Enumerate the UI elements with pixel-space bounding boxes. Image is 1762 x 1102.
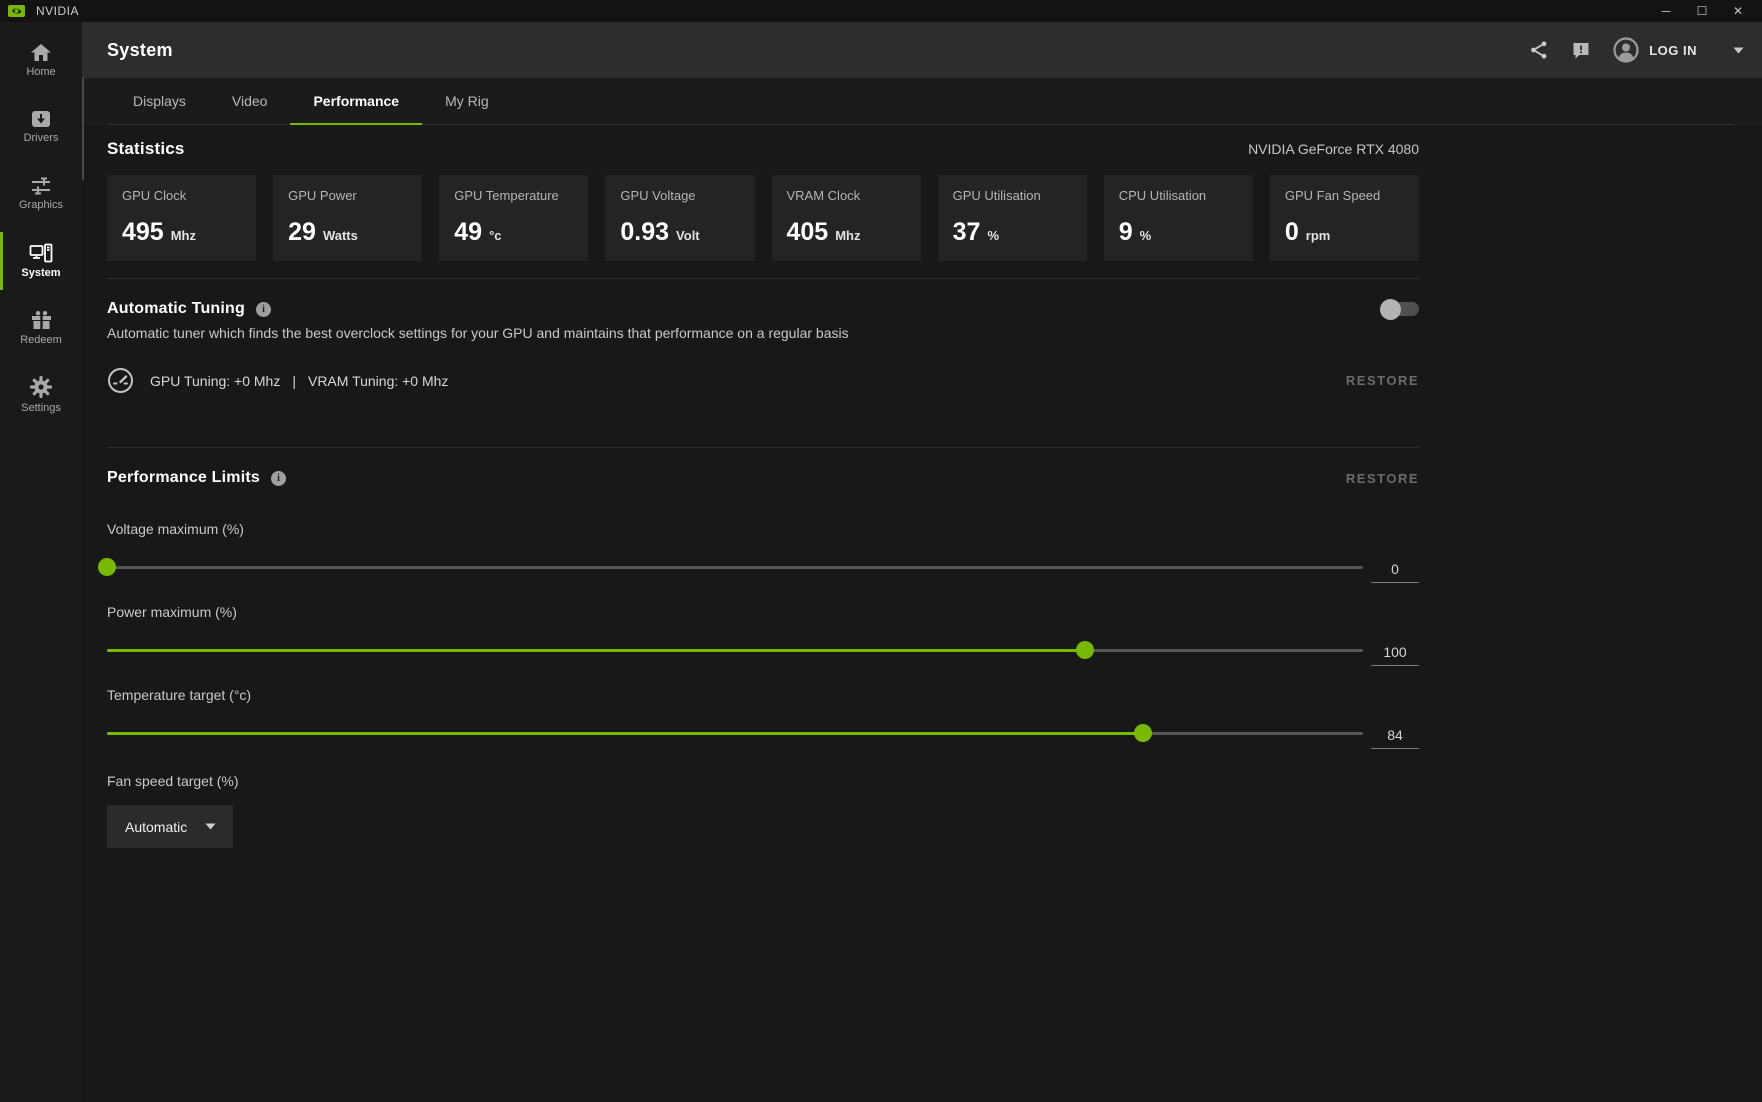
sidebar-item-redeem[interactable]: Redeem (0, 300, 82, 356)
voltage-maximum-label: Voltage maximum (%) (107, 521, 1419, 537)
gpu-tuning-status: GPU Tuning: +0 Mhz (150, 373, 280, 389)
performance-limits-heading: Performance Limits (107, 469, 260, 487)
toggle-knob (1380, 299, 1401, 320)
temperature-target-slider[interactable]: 84 (107, 721, 1419, 745)
dropdown-chevron-down-icon (205, 823, 216, 830)
tabbar: Displays Video Performance My Rig (82, 78, 1762, 125)
sidebar-item-drivers[interactable]: Drivers (0, 99, 82, 155)
slider-track[interactable] (107, 732, 1363, 735)
system-icon (29, 243, 53, 263)
login-label: LOG IN (1649, 43, 1697, 58)
sidebar-item-label: System (21, 267, 60, 279)
automatic-tuning-description: Automatic tuner which finds the best ove… (107, 325, 1419, 341)
voltage-maximum-slider[interactable]: 0 (107, 555, 1419, 579)
tab-my-rig[interactable]: My Rig (422, 78, 512, 124)
gauge-icon (107, 367, 134, 394)
stat-tile-vram-clock: VRAM Clock 405Mhz (772, 175, 921, 261)
account-chevron-down-icon[interactable] (1733, 47, 1744, 54)
info-icon[interactable]: i (271, 471, 286, 486)
titlebar: NVIDIA ─ ☐ ✕ (0, 0, 1762, 22)
stat-tile-gpu-utilisation: GPU Utilisation 37% (938, 175, 1087, 261)
automatic-tuning-toggle[interactable] (1381, 302, 1419, 316)
fan-speed-selected-value: Automatic (125, 819, 187, 835)
sidebar-item-system[interactable]: System (0, 233, 82, 289)
slider-thumb[interactable] (1134, 724, 1152, 742)
info-icon[interactable]: i (256, 302, 271, 317)
sidebar-item-label: Settings (21, 402, 61, 414)
slider-thumb[interactable] (98, 558, 116, 576)
share-icon[interactable] (1529, 40, 1549, 60)
scrollbar[interactable] (82, 77, 84, 180)
sidebar-item-label: Home (26, 66, 55, 78)
automatic-tuning-restore-button[interactable]: RESTORE (1346, 373, 1419, 388)
tab-displays[interactable]: Displays (110, 78, 209, 124)
sidebar-item-graphics[interactable]: Graphics (0, 166, 82, 222)
nvidia-app-window: NVIDIA ─ ☐ ✕ Home Drivers Graphics (0, 0, 1762, 1102)
graphics-icon (30, 177, 52, 195)
temperature-target-value[interactable]: 84 (1371, 727, 1419, 749)
tuning-separator: | (292, 373, 296, 389)
stat-tile-cpu-utilisation: CPU Utilisation 9% (1104, 175, 1253, 261)
page-title: System (107, 40, 173, 61)
tab-performance[interactable]: Performance (290, 78, 422, 124)
drivers-icon (31, 110, 51, 128)
stat-tile-gpu-clock: GPU Clock 495Mhz (107, 175, 256, 261)
stat-tile-gpu-fan-speed: GPU Fan Speed 0rpm (1270, 175, 1419, 261)
automatic-tuning-heading: Automatic Tuning (107, 300, 245, 318)
vram-tuning-status: VRAM Tuning: +0 Mhz (308, 373, 448, 389)
stat-tile-gpu-power: GPU Power 29Watts (273, 175, 422, 261)
slider-track[interactable] (107, 566, 1363, 569)
power-maximum-value[interactable]: 100 (1371, 644, 1419, 666)
nvidia-logo-icon (8, 5, 25, 17)
sidebar-item-label: Redeem (20, 334, 62, 346)
sidebar-item-label: Graphics (19, 199, 63, 211)
sidebar: Home Drivers Graphics System Redeem Sett… (0, 22, 82, 1102)
power-maximum-slider[interactable]: 100 (107, 638, 1419, 662)
sidebar-item-home[interactable]: Home (0, 32, 82, 88)
gpu-name: NVIDIA GeForce RTX 4080 (1248, 141, 1419, 157)
statistics-tiles: GPU Clock 495Mhz GPU Power 29Watts GPU T… (107, 175, 1419, 261)
home-icon (30, 43, 52, 62)
maximize-button[interactable]: ☐ (1688, 1, 1716, 21)
sidebar-item-settings[interactable]: Settings (0, 367, 82, 423)
power-maximum-label: Power maximum (%) (107, 604, 1419, 620)
login-button[interactable]: LOG IN (1613, 37, 1697, 63)
statistics-heading: Statistics (107, 139, 185, 159)
content-area: Statistics NVIDIA GeForce RTX 4080 GPU C… (82, 125, 1762, 1102)
gift-icon (31, 310, 52, 330)
gear-icon (30, 376, 52, 398)
close-button[interactable]: ✕ (1724, 1, 1752, 21)
slider-track[interactable] (107, 649, 1363, 652)
fan-speed-target-label: Fan speed target (%) (107, 773, 1419, 789)
section-divider (107, 278, 1419, 279)
feedback-icon[interactable] (1571, 40, 1591, 60)
stat-tile-gpu-voltage: GPU Voltage 0.93Volt (605, 175, 754, 261)
section-divider (107, 447, 1419, 448)
sidebar-item-label: Drivers (24, 132, 59, 144)
minimize-button[interactable]: ─ (1652, 1, 1680, 21)
temperature-target-label: Temperature target (°c) (107, 687, 1419, 703)
stat-tile-gpu-temperature: GPU Temperature 49°c (439, 175, 588, 261)
app-title: NVIDIA (36, 4, 79, 18)
fan-speed-dropdown[interactable]: Automatic (107, 805, 233, 848)
page-header: System LOG IN (82, 22, 1762, 78)
slider-thumb[interactable] (1076, 641, 1094, 659)
tab-video[interactable]: Video (209, 78, 291, 124)
performance-limits-restore-button[interactable]: RESTORE (1346, 471, 1419, 486)
avatar-icon (1613, 37, 1639, 63)
voltage-maximum-value[interactable]: 0 (1371, 561, 1419, 583)
